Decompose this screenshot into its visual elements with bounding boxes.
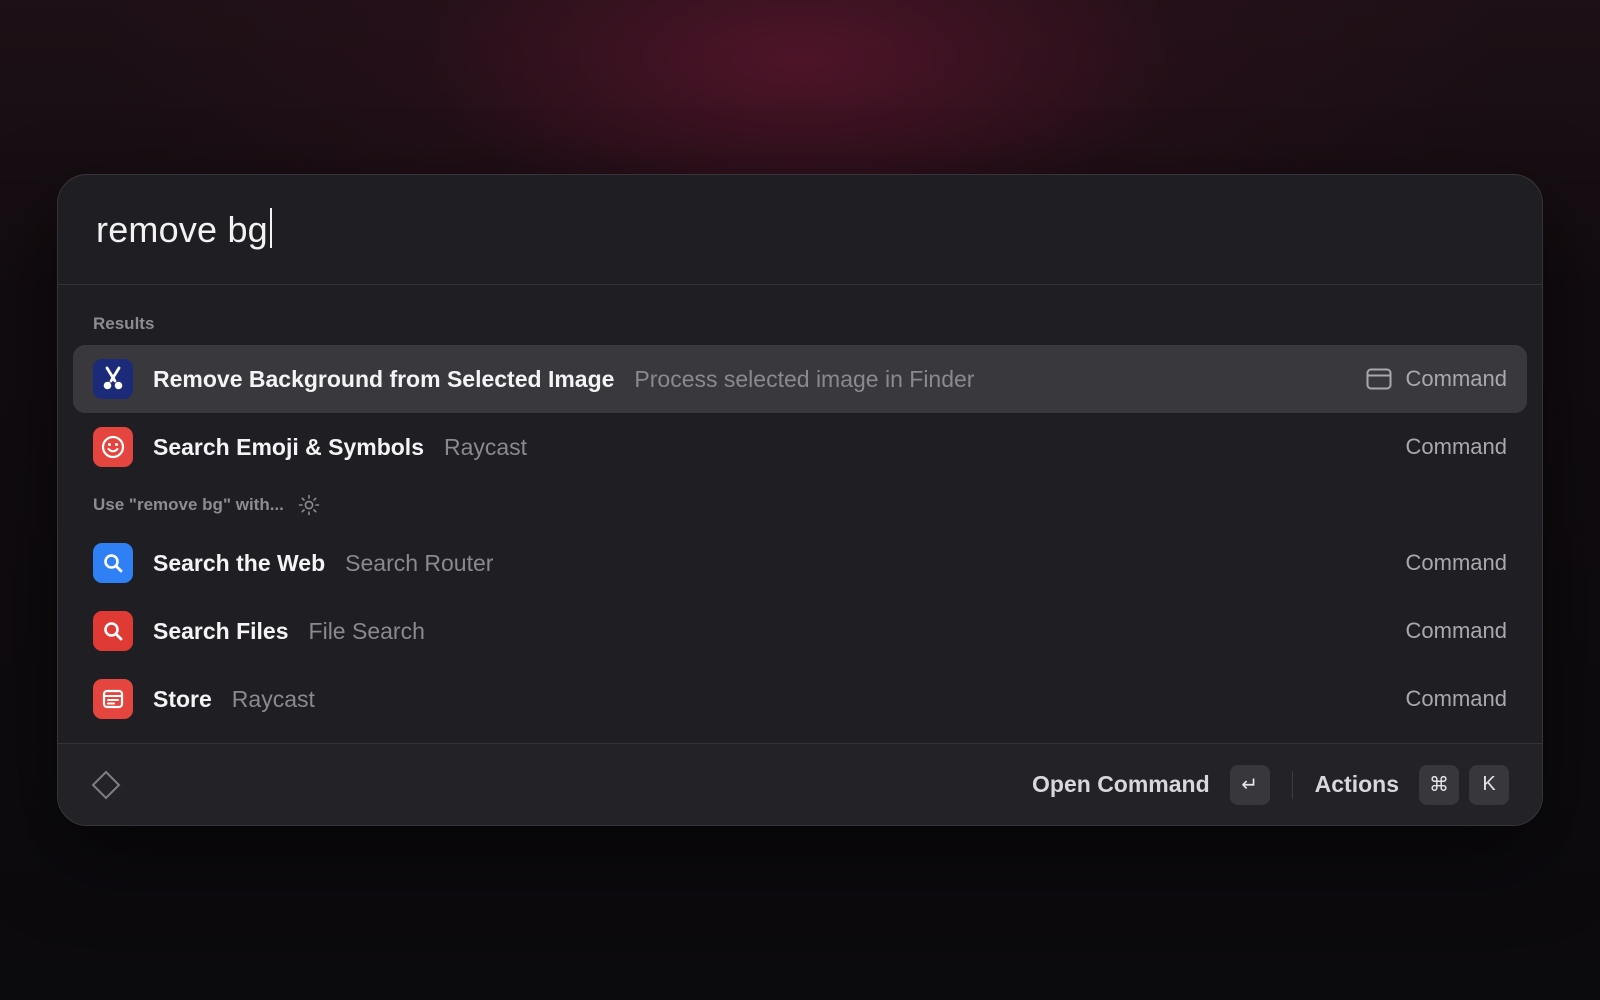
item-type-label: Command bbox=[1405, 434, 1507, 459]
search-bar[interactable]: remove bg bbox=[58, 175, 1542, 285]
item-accessory: Command bbox=[1366, 366, 1507, 392]
item-title: Search the Web bbox=[153, 549, 326, 576]
list-item-remove-background[interactable]: Remove Background from Selected Image Pr… bbox=[73, 345, 1527, 413]
section-header-results: Results bbox=[73, 285, 1527, 345]
item-subtitle: Search Router bbox=[345, 549, 494, 576]
item-type-label: Command bbox=[1405, 366, 1507, 391]
item-title: Search Emoji & Symbols bbox=[153, 433, 424, 460]
results-list: Results Remove Background from Selected … bbox=[58, 285, 1542, 733]
item-accessory: Command bbox=[1406, 686, 1507, 712]
search-input[interactable]: remove bg bbox=[96, 209, 268, 251]
open-command-button[interactable]: Open Command bbox=[1032, 771, 1210, 798]
item-type-label: Command bbox=[1405, 686, 1507, 711]
item-accessory: Command bbox=[1406, 434, 1507, 460]
item-type-label: Command bbox=[1405, 550, 1507, 575]
section-header-label: Results bbox=[93, 314, 155, 333]
footer-divider bbox=[1291, 770, 1293, 799]
store-icon bbox=[93, 679, 133, 719]
sun-icon[interactable] bbox=[298, 494, 320, 516]
return-key-icon: ↵ bbox=[1229, 764, 1270, 805]
item-title: Remove Background from Selected Image bbox=[153, 365, 615, 392]
window-icon bbox=[1366, 368, 1392, 390]
list-item-search-emoji[interactable]: Search Emoji & Symbols Raycast Command bbox=[73, 413, 1527, 481]
list-item-store[interactable]: Store Raycast Command bbox=[73, 665, 1527, 733]
item-subtitle: Raycast bbox=[443, 433, 528, 460]
item-type-label: Command bbox=[1405, 618, 1507, 643]
actions-button[interactable]: Actions bbox=[1315, 771, 1399, 798]
item-subtitle: Raycast bbox=[231, 685, 315, 712]
item-accessory: Command bbox=[1406, 618, 1507, 644]
launcher-window: remove bg Results Remove Background from… bbox=[57, 174, 1543, 826]
k-key-icon: K bbox=[1469, 764, 1509, 805]
list-item-search-web[interactable]: Search the Web Search Router Command bbox=[73, 529, 1527, 597]
item-title: Store bbox=[153, 685, 212, 712]
section-header-label: Use "remove bg" with... bbox=[93, 495, 284, 514]
item-subtitle: Process selected image in Finder bbox=[634, 365, 975, 392]
command-key-icon: ⌘ bbox=[1419, 764, 1459, 805]
action-bar: Open Command ↵ Actions ⌘ K bbox=[58, 743, 1542, 825]
item-title: Search Files bbox=[153, 617, 289, 644]
list-item-search-files[interactable]: Search Files File Search Command bbox=[73, 597, 1527, 665]
smiley-icon bbox=[93, 427, 133, 467]
section-header-fallback: Use "remove bg" with... bbox=[73, 481, 1527, 529]
search-icon bbox=[93, 611, 133, 651]
item-accessory: Command bbox=[1406, 550, 1507, 576]
scissors-icon bbox=[93, 359, 133, 399]
item-subtitle: File Search bbox=[308, 617, 425, 644]
search-icon bbox=[93, 543, 133, 583]
raycast-logo-icon[interactable] bbox=[91, 770, 121, 800]
text-caret bbox=[269, 207, 272, 248]
